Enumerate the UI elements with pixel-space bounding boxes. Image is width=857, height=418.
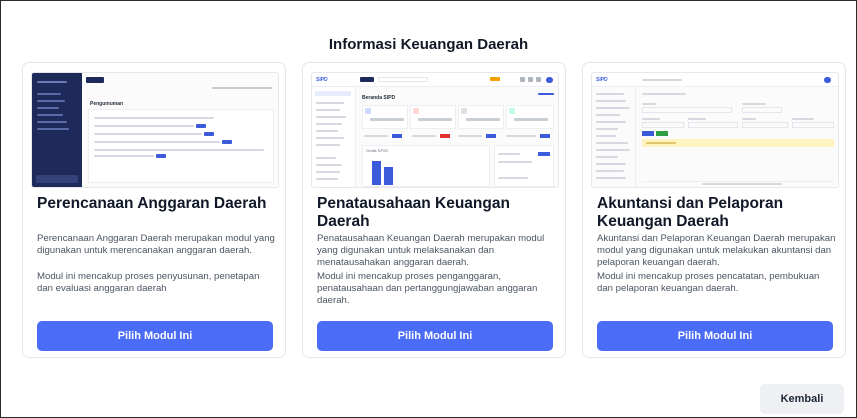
- select-module-button[interactable]: Pilih Modul Ini: [317, 321, 553, 351]
- preview-sidebar: [32, 73, 82, 187]
- preview-heading: Beranda SIPD: [362, 95, 396, 101]
- module-preview-perencanaan: Pengumuman: [31, 72, 279, 188]
- select-module-button[interactable]: Pilih Modul Ini: [37, 321, 273, 351]
- module-description: Perencanaan Anggaran Daerah merupakan mo…: [37, 233, 275, 256]
- module-title: Perencanaan Anggaran Daerah: [37, 195, 267, 212]
- module-preview-akuntansi: SIPD: [591, 72, 839, 188]
- back-button[interactable]: Kembali: [760, 384, 844, 414]
- module-description: Akuntansi dan Pelaporan Keuangan Daerah …: [597, 233, 836, 268]
- module-scope: Modul ini mencakup proses pencatatan, pe…: [597, 271, 820, 294]
- preview-chart-label: Grafik SP2D: [366, 148, 389, 153]
- preview-heading: Pengumuman: [90, 101, 124, 107]
- module-card-perencanaan: Pengumuman Perencanaan Anggaran Daerah P…: [22, 62, 286, 358]
- module-title: Akuntansi dan Pelaporan Keuangan Daerah: [597, 195, 784, 230]
- module-scope: Modul ini mencakup proses penganggaran, …: [317, 271, 538, 306]
- module-title: Penatausahaan Keuangan Daerah: [317, 195, 510, 230]
- preview-logo: SIPD: [316, 77, 328, 83]
- module-description: Penatausahaan Keuangan Daerah merupakan …: [317, 233, 545, 268]
- module-card-akuntansi: SIPD Akuntansi dan Pelaporan Keuangan Da…: [582, 62, 846, 358]
- module-card-penatausahaan: SIPD Beranda SIPD Grafik SP2D Penatausah…: [302, 62, 566, 358]
- page-title: Informasi Keuangan Daerah: [328, 36, 529, 53]
- module-preview-penatausahaan: SIPD Beranda SIPD Grafik SP2D: [311, 72, 559, 188]
- select-module-button[interactable]: Pilih Modul Ini: [597, 321, 833, 351]
- preview-logo: SIPD: [596, 77, 608, 83]
- module-scope: Modul ini mencakup proses penyusunan, pe…: [37, 271, 260, 294]
